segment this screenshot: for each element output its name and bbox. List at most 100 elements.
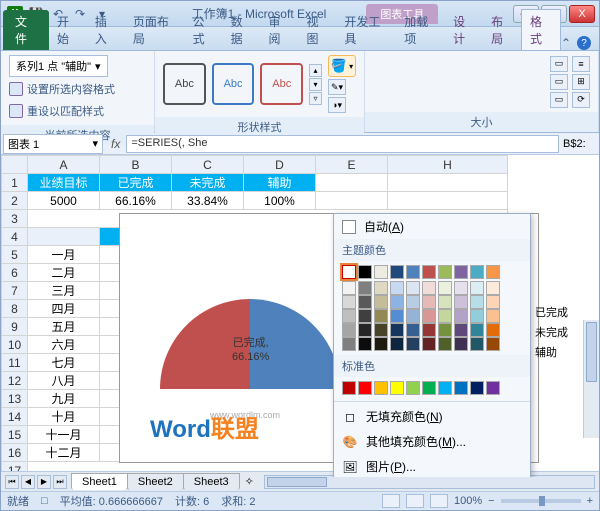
chart-element-selector[interactable]: 系列1 点 "辅助"▾ bbox=[9, 55, 108, 77]
color-swatch[interactable] bbox=[486, 323, 500, 337]
color-swatch[interactable] bbox=[342, 309, 356, 323]
row-header[interactable]: 15 bbox=[2, 426, 28, 444]
cell[interactable]: 100% bbox=[244, 192, 316, 210]
tab-page-layout[interactable]: 页面布局 bbox=[125, 10, 185, 50]
tab-view[interactable]: 视图 bbox=[298, 10, 336, 50]
color-swatch[interactable] bbox=[374, 323, 388, 337]
color-swatch[interactable] bbox=[342, 281, 356, 295]
cell[interactable] bbox=[316, 174, 388, 192]
sheet-tab-1[interactable]: Sheet1 bbox=[71, 473, 128, 490]
reset-style-button[interactable]: 重设以匹配样式 bbox=[9, 101, 104, 121]
color-swatch[interactable] bbox=[406, 309, 420, 323]
shape-style-1[interactable]: Abc bbox=[163, 63, 206, 105]
color-swatch[interactable] bbox=[486, 309, 500, 323]
cell[interactable]: 十月 bbox=[28, 408, 100, 426]
color-swatch[interactable] bbox=[342, 381, 356, 395]
zoom-in-button[interactable]: + bbox=[587, 495, 593, 507]
shape-outline-button[interactable]: ✎▾ bbox=[328, 79, 346, 95]
color-swatch[interactable] bbox=[390, 381, 404, 395]
cell[interactable]: 四月 bbox=[28, 300, 100, 318]
zoom-slider[interactable] bbox=[501, 499, 581, 503]
col-header-e[interactable]: E bbox=[316, 156, 388, 174]
color-swatch[interactable] bbox=[486, 337, 500, 351]
color-swatch[interactable] bbox=[358, 309, 372, 323]
shape-style-gallery-nav[interactable]: ▴▾▿ bbox=[309, 64, 322, 105]
vertical-scrollbar[interactable] bbox=[583, 320, 599, 438]
rotate-button[interactable]: ⟳ bbox=[572, 92, 590, 108]
select-all-corner[interactable] bbox=[2, 156, 28, 174]
color-swatch[interactable] bbox=[390, 295, 404, 309]
new-sheet-button[interactable]: ✧ bbox=[239, 475, 260, 488]
color-swatch[interactable] bbox=[438, 323, 452, 337]
color-swatch[interactable] bbox=[486, 381, 500, 395]
cell[interactable]: 未完成 bbox=[172, 174, 244, 192]
color-swatch[interactable] bbox=[406, 337, 420, 351]
cell[interactable]: 辅助 bbox=[244, 174, 316, 192]
color-swatch[interactable] bbox=[358, 337, 372, 351]
color-swatch[interactable] bbox=[438, 281, 452, 295]
scrollbar-thumb[interactable] bbox=[586, 322, 597, 382]
color-swatch[interactable] bbox=[438, 295, 452, 309]
color-swatch[interactable] bbox=[374, 309, 388, 323]
cell[interactable]: 三月 bbox=[28, 282, 100, 300]
color-swatch[interactable] bbox=[454, 281, 468, 295]
cell[interactable]: 十一月 bbox=[28, 426, 100, 444]
cell[interactable]: 五月 bbox=[28, 318, 100, 336]
row-header[interactable]: 7 bbox=[2, 282, 28, 300]
color-swatch[interactable] bbox=[486, 281, 500, 295]
zoom-slider-thumb[interactable] bbox=[539, 496, 545, 506]
color-swatch[interactable] bbox=[342, 337, 356, 351]
format-selection-button[interactable]: 设置所选内容格式 bbox=[9, 79, 115, 99]
color-swatch[interactable] bbox=[470, 281, 484, 295]
tab-review[interactable]: 审阅 bbox=[261, 10, 299, 50]
more-colors-item[interactable]: 🎨其他填充颜色(M)... bbox=[334, 429, 530, 454]
color-swatch[interactable] bbox=[438, 265, 452, 279]
color-swatch[interactable] bbox=[342, 295, 356, 309]
row-header[interactable]: 4 bbox=[2, 228, 28, 246]
cell[interactable]: 八月 bbox=[28, 372, 100, 390]
send-backward-button[interactable]: ▭ bbox=[550, 74, 568, 90]
window-close-button[interactable]: X bbox=[569, 5, 595, 23]
formula-input[interactable]: =SERIES(, She bbox=[126, 135, 559, 153]
sheet-tab-3[interactable]: Sheet3 bbox=[183, 473, 240, 490]
sheet-tab-2[interactable]: Sheet2 bbox=[127, 473, 184, 490]
color-swatch[interactable] bbox=[358, 281, 372, 295]
color-swatch[interactable] bbox=[406, 381, 420, 395]
cell[interactable]: 已完成 bbox=[100, 174, 172, 192]
align-button[interactable]: ≡ bbox=[572, 56, 590, 72]
cell[interactable] bbox=[28, 228, 100, 246]
pie-slices[interactable] bbox=[160, 299, 340, 477]
color-swatch[interactable] bbox=[406, 265, 420, 279]
color-swatch[interactable] bbox=[390, 309, 404, 323]
color-swatch[interactable] bbox=[390, 265, 404, 279]
cell[interactable]: 33.84% bbox=[172, 192, 244, 210]
color-swatch[interactable] bbox=[454, 309, 468, 323]
picture-fill-item[interactable]: 🖼图片(P)... bbox=[334, 454, 530, 477]
color-swatch[interactable] bbox=[342, 323, 356, 337]
row-header[interactable]: 11 bbox=[2, 354, 28, 372]
color-swatch[interactable] bbox=[438, 309, 452, 323]
color-swatch[interactable] bbox=[374, 265, 388, 279]
color-swatch[interactable] bbox=[422, 265, 436, 279]
row-header[interactable]: 12 bbox=[2, 372, 28, 390]
row-header[interactable]: 9 bbox=[2, 318, 28, 336]
color-swatch[interactable] bbox=[470, 337, 484, 351]
color-swatch[interactable] bbox=[374, 281, 388, 295]
cell[interactable]: 66.16% bbox=[100, 192, 172, 210]
shape-effects-button[interactable]: ◑▾ bbox=[328, 97, 346, 113]
tab-developer[interactable]: 开发工具 bbox=[336, 10, 396, 50]
color-swatch[interactable] bbox=[358, 381, 372, 395]
tab-home[interactable]: 开始 bbox=[49, 10, 87, 50]
color-swatch[interactable] bbox=[454, 323, 468, 337]
row-header[interactable]: 16 bbox=[2, 444, 28, 462]
row-header[interactable]: 2 bbox=[2, 192, 28, 210]
tab-chart-design[interactable]: 设计 bbox=[445, 10, 483, 50]
col-header-c[interactable]: C bbox=[172, 156, 244, 174]
tab-addins[interactable]: 加载项 bbox=[396, 10, 445, 50]
color-swatch[interactable] bbox=[470, 265, 484, 279]
shape-style-3[interactable]: Abc bbox=[260, 63, 303, 105]
color-swatch[interactable] bbox=[422, 381, 436, 395]
color-swatch[interactable] bbox=[422, 281, 436, 295]
color-swatch[interactable] bbox=[390, 281, 404, 295]
col-header-h[interactable]: H bbox=[388, 156, 508, 174]
